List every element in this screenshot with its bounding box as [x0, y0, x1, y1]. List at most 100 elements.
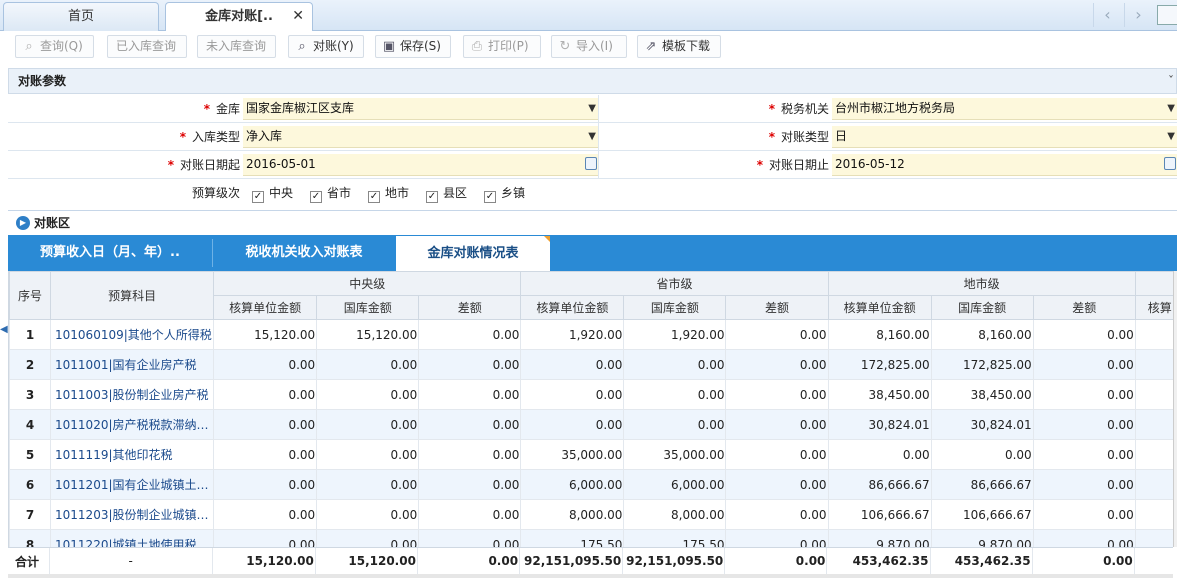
header-difference[interactable]: 差额 [725, 295, 829, 320]
tab-budget-income[interactable]: 预算收入日（月、年）.. [8, 235, 212, 271]
header-subject[interactable]: 预算科目 [50, 271, 215, 320]
recon-zone-title: 对账区 [34, 216, 71, 230]
header-difference[interactable]: 差额 [1032, 295, 1136, 320]
total-value: 0.00 [417, 548, 521, 574]
row-amount: 0.00 [418, 319, 522, 350]
checkbox-town[interactable]: ✓ 乡镇 [484, 179, 525, 207]
checkbox-icon[interactable]: ✓ [368, 191, 380, 203]
table-row[interactable]: 6 1011201|国有企业城镇土地... 0.00 0.00 0.00 6,000.00… [9, 469, 1173, 500]
checkbox-county[interactable]: ✓ 县区 [426, 179, 467, 207]
tax-office-select[interactable]: 台州市椒江地方税务局 ▼ [832, 98, 1177, 120]
checkbox-icon[interactable]: ✓ [310, 191, 322, 203]
row-subject[interactable]: 1011003|股份制企业房产税 [50, 379, 215, 410]
table-row[interactable]: 4 1011020|房产税税款滞纳金... 0.00 0.00 0.00 0.00 0.00… [9, 409, 1173, 440]
tab-menu-icon[interactable] [1157, 5, 1177, 25]
recon-table: 序号 预算科目 中央级 省市级 地市级 核算单位金额 国库金额 差额 核算单位金… [9, 271, 1173, 547]
header-treasury-amount[interactable]: 国库金额 [623, 295, 727, 320]
total-subject: - [49, 548, 213, 574]
header-group-province: 省市级 [520, 271, 829, 296]
checkbox-icon[interactable]: ✓ [484, 191, 496, 203]
calendar-icon[interactable] [1164, 157, 1176, 170]
required-mark: * [768, 102, 775, 116]
checkbox-province[interactable]: ✓ 省市 [310, 179, 351, 207]
row-subject[interactable]: 1011119|其他印花税 [50, 439, 215, 470]
collapse-icon[interactable]: ˇ [1168, 69, 1174, 93]
tab-tax-office-recon[interactable]: 税收机关收入对账表 [213, 235, 395, 271]
header-treasury-amount[interactable]: 国库金额 [930, 295, 1034, 320]
header-difference[interactable]: 差额 [418, 295, 522, 320]
row-amount: 172,825.00 [827, 349, 932, 380]
close-tab-icon[interactable]: ✕ [292, 3, 304, 30]
reconcile-button-label: 对账(Y) [313, 39, 354, 53]
checkbox-city[interactable]: ✓ 地市 [368, 179, 409, 207]
unstored-query-button[interactable]: 未入库查询 [197, 35, 276, 58]
row-amount: 0.00 [725, 439, 829, 470]
start-date-field[interactable]: 2016-05-01 [243, 154, 598, 176]
table-row[interactable]: 5 1011119|其他印花税 0.00 0.00 0.00 35,000.00 35,00… [9, 439, 1173, 470]
template-download-button[interactable]: ⇗ 模板下载 [637, 35, 721, 58]
header-group-partial [1134, 271, 1173, 296]
row-amount: 175.50 [520, 529, 625, 547]
total-value: 0.00 [1032, 548, 1135, 574]
params-header[interactable]: 对账参数 ˇ [8, 68, 1177, 94]
recon-type-select[interactable]: 日 ▼ [832, 126, 1177, 148]
checkbox-icon[interactable]: ✓ [426, 191, 438, 203]
toolbar: ⌕ 查询(Q) 已入库查询 未入库查询 ⌕ 对账(Y) ▣ 保存(S) ⎙ 打印(P) … [0, 31, 1177, 62]
row-partial-cell [1134, 439, 1173, 470]
expand-left-icon[interactable]: ◀ [0, 323, 8, 337]
row-subject[interactable]: 1011220|城镇土地使用税税... [50, 529, 215, 547]
reconcile-button[interactable]: ⌕ 对账(Y) [288, 35, 364, 58]
row-subject[interactable]: 1011201|国有企业城镇土地... [50, 469, 215, 500]
row-subject[interactable]: 101060109|其他个人所得税 [50, 319, 215, 350]
treasury-select[interactable]: 国家金库椒江区支库 ▼ [243, 98, 598, 120]
row-subject[interactable]: 1011020|房产税税款滞纳金... [50, 409, 215, 440]
dropdown-arrow-icon[interactable]: ▼ [588, 126, 596, 147]
table-row[interactable]: 1 101060109|其他个人所得税 15,120.00 15,120.00 0.00… [9, 319, 1173, 350]
header-acct-amount[interactable]: 核算单位金额 [827, 295, 932, 320]
tab-treasury-reconciliation[interactable]: 金库对账[.. ✕ [165, 2, 313, 32]
query-button[interactable]: ⌕ 查询(Q) [15, 35, 94, 58]
row-amount: 106,666.67 [930, 499, 1034, 530]
row-amount: 1,920.00 [623, 319, 727, 350]
save-icon: ▣ [382, 39, 396, 54]
row-subject[interactable]: 1011203|股份制企业城镇土... [50, 499, 215, 530]
header-treasury-amount[interactable]: 国库金额 [316, 295, 420, 320]
recon-table-viewport[interactable]: 序号 预算科目 中央级 省市级 地市级 核算单位金额 国库金额 差额 核算单位金… [8, 271, 1173, 547]
table-row[interactable]: 2 1011001|国有企业房产税 0.00 0.00 0.00 0.00 0.00 0.00… [9, 349, 1173, 380]
horizontal-scrollbar[interactable] [8, 574, 1173, 578]
checkbox-icon[interactable]: ✓ [252, 191, 264, 203]
divider [598, 151, 599, 179]
header-acct-amount[interactable]: 核算单位金额 [213, 295, 318, 320]
checkbox-central[interactable]: ✓ 中央 [252, 179, 293, 207]
table-row[interactable]: 8 1011220|城镇土地使用税税... 0.00 0.00 0.00 175.50 17… [9, 529, 1173, 547]
row-amount: 6,000.00 [520, 469, 625, 500]
import-button[interactable]: ↻ 导入(I) [551, 35, 627, 58]
storage-type-label: * 入库类型 [179, 130, 240, 144]
end-date-field[interactable]: 2016-05-12 [832, 154, 1177, 176]
row-amount: 172,825.00 [930, 349, 1034, 380]
storage-type-select[interactable]: 净入库 ▼ [243, 126, 598, 148]
stored-query-button[interactable]: 已入库查询 [107, 35, 187, 58]
row-seq: 8 [9, 529, 52, 547]
tab-prev-icon[interactable]: ‹ [1093, 3, 1121, 27]
dropdown-arrow-icon[interactable]: ▼ [1167, 126, 1175, 147]
tab-home[interactable]: 首页 [3, 2, 159, 31]
tab-next-icon[interactable]: › [1124, 3, 1152, 27]
row-amount: 0.00 [725, 469, 829, 500]
table-row[interactable]: 3 1011003|股份制企业房产税 0.00 0.00 0.00 0.00 0.00 0.0… [9, 379, 1173, 410]
calendar-icon[interactable] [585, 157, 597, 170]
print-button[interactable]: ⎙ 打印(P) [463, 35, 541, 58]
total-label: 合计 [8, 548, 50, 574]
dropdown-arrow-icon[interactable]: ▼ [588, 98, 596, 119]
header-seq[interactable]: 序号 [9, 271, 52, 320]
header-acct-amount[interactable]: 核算单位金额 [520, 295, 625, 320]
end-date-label: * 对账日期止 [756, 158, 829, 172]
vertical-scrollbar[interactable] [1173, 271, 1177, 547]
dropdown-arrow-icon[interactable]: ▼ [1167, 98, 1175, 119]
header-acct-amount-partial[interactable]: 核算 [1134, 295, 1173, 320]
save-button[interactable]: ▣ 保存(S) [375, 35, 451, 58]
table-row[interactable]: 7 1011203|股份制企业城镇土... 0.00 0.00 0.00 8,000.00… [9, 499, 1173, 530]
row-subject[interactable]: 1011001|国有企业房产税 [50, 349, 215, 380]
params-title: 对账参数 [18, 74, 67, 88]
tab-treasury-recon-status[interactable]: 金库对账情况表 [396, 236, 550, 271]
